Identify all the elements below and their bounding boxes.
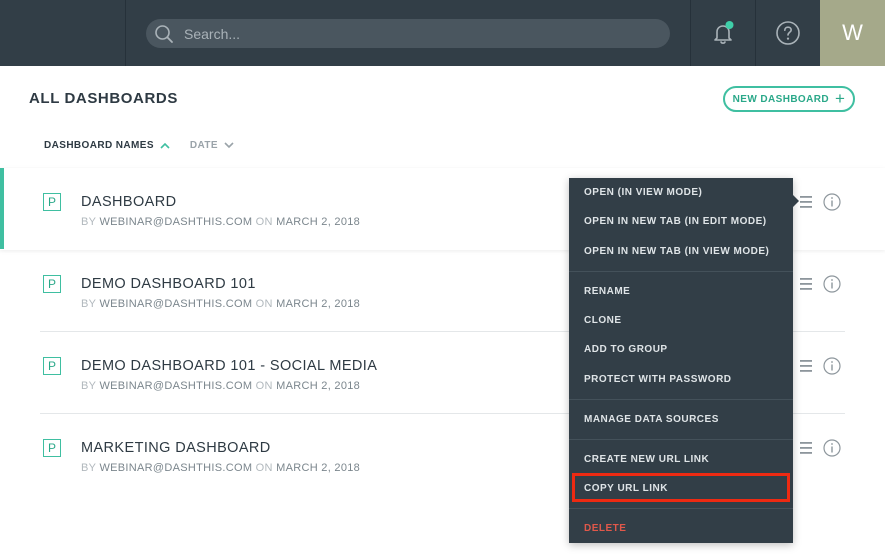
info-icon[interactable] <box>823 275 841 293</box>
sort-by-date-label: DATE <box>189 140 218 151</box>
dashboard-name[interactable]: MARKETING DASHBOARD <box>81 440 271 456</box>
dashboard-author: WEBINAR@DASHTHIS.COM <box>99 216 253 228</box>
menu-item-protect-password[interactable]: PROTECT WITH PASSWORD <box>584 374 732 385</box>
by-label: BY <box>81 216 97 228</box>
menu-item-create-url-link[interactable]: CREATE NEW URL LINK <box>584 454 709 465</box>
on-label: ON <box>255 216 273 228</box>
dashboard-date: MARCH 2, 2018 <box>276 216 361 228</box>
dashboard-name[interactable]: DASHBOARD <box>81 194 176 210</box>
copy-url-link-highlight <box>572 473 790 502</box>
menu-icon[interactable] <box>798 442 814 454</box>
menu-icon[interactable] <box>798 278 814 290</box>
notification-dot <box>725 21 734 29</box>
dashboard-meta: BY WEBINAR@DASHTHIS.COM ON MARCH 2, 2018 <box>81 216 360 228</box>
menu-item-add-to-group[interactable]: ADD TO GROUP <box>584 344 668 355</box>
dashboard-type-icon: P <box>43 275 61 293</box>
dashboard-type-icon: P <box>43 439 61 457</box>
dashboard-author: WEBINAR@DASHTHIS.COM <box>99 462 253 474</box>
menu-item-clone[interactable]: CLONE <box>584 315 622 326</box>
dashboard-type-icon: P <box>43 357 61 375</box>
sort-bar: DASHBOARD NAMES DATE <box>44 140 234 151</box>
new-dashboard-button[interactable]: NEW DASHBOARD + <box>723 86 855 112</box>
menu-caret <box>793 195 799 207</box>
by-label: BY <box>81 380 97 392</box>
on-label: ON <box>255 298 273 310</box>
on-label: ON <box>255 462 273 474</box>
top-navigation-bar: W <box>0 0 885 66</box>
by-label: BY <box>81 462 97 474</box>
search-input[interactable] <box>184 19 654 48</box>
menu-divider <box>569 399 793 400</box>
active-row-indicator <box>0 168 4 249</box>
dashboard-meta: BY WEBINAR@DASHTHIS.COM ON MARCH 2, 2018 <box>81 298 360 310</box>
search-bar[interactable] <box>146 19 670 48</box>
help-button[interactable] <box>755 0 820 66</box>
sort-by-name-button[interactable]: DASHBOARD NAMES <box>44 140 170 151</box>
search-icon <box>155 25 173 43</box>
bell-icon <box>714 21 734 44</box>
chevron-up-icon <box>160 142 170 149</box>
sort-by-name-label: DASHBOARD NAMES <box>44 140 154 151</box>
menu-item-manage-data-sources[interactable]: MANAGE DATA SOURCES <box>584 414 719 425</box>
info-icon[interactable] <box>823 193 841 211</box>
menu-item-open-new-tab-view[interactable]: OPEN IN NEW TAB (IN VIEW MODE) <box>584 246 769 257</box>
menu-divider <box>569 439 793 440</box>
dashboard-name[interactable]: DEMO DASHBOARD 101 - SOCIAL MEDIA <box>81 358 377 374</box>
plus-icon: + <box>834 88 846 108</box>
menu-divider <box>569 271 793 272</box>
dashboard-date: MARCH 2, 2018 <box>276 298 361 310</box>
menu-item-open-view-mode[interactable]: OPEN (IN VIEW MODE) <box>584 187 702 198</box>
info-icon[interactable] <box>823 357 841 375</box>
dashboard-author: WEBINAR@DASHTHIS.COM <box>99 380 253 392</box>
new-dashboard-label: NEW DASHBOARD <box>732 93 829 105</box>
dashboard-author: WEBINAR@DASHTHIS.COM <box>99 298 253 310</box>
notifications-button[interactable] <box>690 0 755 66</box>
dashboard-date: MARCH 2, 2018 <box>276 462 361 474</box>
on-label: ON <box>255 380 273 392</box>
dashboard-date: MARCH 2, 2018 <box>276 380 361 392</box>
dashboard-type-icon: P <box>43 193 61 211</box>
menu-item-rename[interactable]: RENAME <box>584 286 630 297</box>
menu-item-delete[interactable]: DELETE <box>584 523 626 534</box>
menu-icon[interactable] <box>798 360 814 372</box>
chevron-down-icon <box>224 142 234 149</box>
menu-divider <box>569 508 793 509</box>
dashboard-meta: BY WEBINAR@DASHTHIS.COM ON MARCH 2, 2018 <box>81 462 360 474</box>
help-icon <box>776 21 800 45</box>
info-icon[interactable] <box>823 439 841 457</box>
dashboard-meta: BY WEBINAR@DASHTHIS.COM ON MARCH 2, 2018 <box>81 380 360 392</box>
dashboard-name[interactable]: DEMO DASHBOARD 101 <box>81 276 256 292</box>
user-avatar[interactable]: W <box>820 0 885 66</box>
sort-by-date-button[interactable]: DATE <box>190 140 234 151</box>
logo-area[interactable] <box>0 0 126 66</box>
page-title: ALL DASHBOARDS <box>29 90 178 107</box>
menu-item-open-new-tab-edit[interactable]: OPEN IN NEW TAB (IN EDIT MODE) <box>584 216 767 227</box>
menu-icon[interactable] <box>798 196 814 208</box>
by-label: BY <box>81 298 97 310</box>
